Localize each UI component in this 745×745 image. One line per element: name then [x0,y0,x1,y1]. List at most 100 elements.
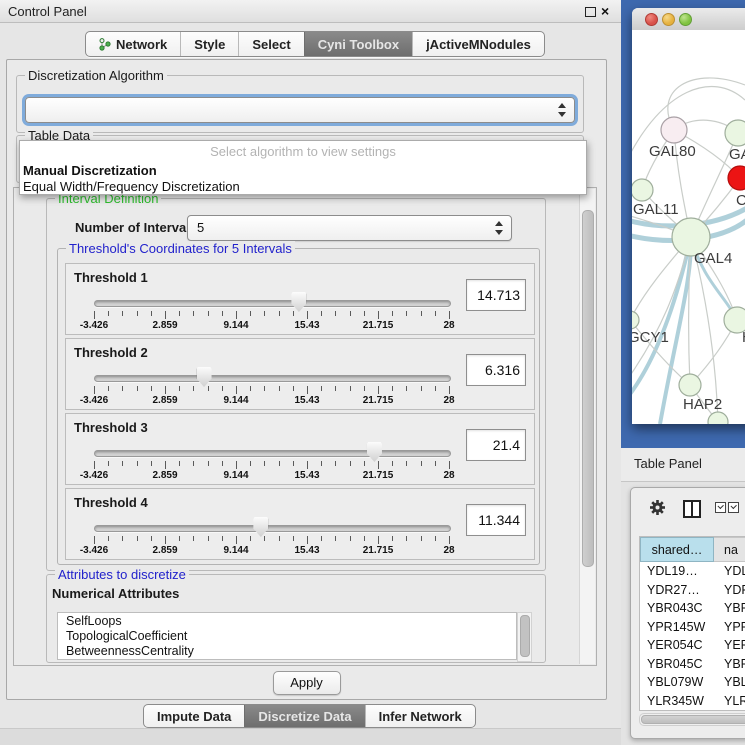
control-panel-titlebar[interactable]: Control Panel × [0,0,621,23]
slider-tick [222,311,223,316]
slider-tick-label: -3.426 [80,320,108,331]
zoom-traffic-light[interactable] [679,13,692,26]
tab-style[interactable]: Style [180,32,238,56]
slider-tick [208,311,209,316]
slider-tick [137,311,138,316]
table-row[interactable]: YBR043CYBR0 [640,599,745,618]
threshold-value-field[interactable] [466,354,526,386]
float-window-icon[interactable] [585,7,596,17]
slider-tick [307,461,308,469]
algorithm-option-manual-discretization[interactable]: Manual Discretization [20,162,586,178]
tab-select[interactable]: Select [238,32,303,56]
network-node-ga[interactable] [725,120,745,146]
slider-tick [250,536,251,541]
table-row[interactable]: YER054CYER0 [640,636,745,655]
slider-tick [179,536,180,541]
slider-tick [165,311,166,319]
slider-tick-label: 9.144 [223,395,248,406]
table-cell: YER0 [714,636,745,655]
algorithm-option-equal-width-frequency-discretization[interactable]: Equal Width/Frequency Discretization [20,178,586,194]
attributes-scrollbar[interactable] [517,612,532,662]
threshold-rows: Threshold 1-3.4262.8599.14415.4321.71528… [65,263,535,563]
attributes-scrollbar-thumb[interactable] [520,615,530,657]
number-of-intervals-select[interactable]: 5 [187,215,512,241]
tab-jactivemnodules[interactable]: jActiveMNodules [412,32,544,56]
table-column-header-na[interactable]: na [714,537,745,562]
network-node-gal80[interactable] [661,117,687,143]
slider-tick [335,536,336,541]
threshold-slider[interactable]: -3.4262.8599.14415.4321.71528 [86,290,458,332]
close-traffic-light[interactable] [645,13,658,26]
gear-icon[interactable] [649,499,666,516]
attribute-item-topologicalcoefficient[interactable]: TopologicalCoefficient [58,628,516,643]
minimize-traffic-light[interactable] [662,13,675,26]
slider-tick [236,311,237,319]
network-node-gal11[interactable] [632,179,653,201]
threshold-value-field[interactable] [466,504,526,536]
split-columns-icon[interactable] [683,500,701,518]
table-row[interactable]: YIL052CYIL0 [640,710,745,711]
slider-tick-label: 2.859 [152,470,177,481]
panel-scrollbar[interactable] [579,189,595,664]
slider-tick [193,311,194,316]
table-cell: YBR045C [640,655,714,674]
slider-tick [122,461,123,466]
slider-tick [449,386,450,394]
tab-discretize-data[interactable]: Discretize Data [244,705,364,727]
panel-scrollbar-thumb[interactable] [582,210,594,567]
table-row[interactable]: YPR145WYPR1 [640,618,745,637]
network-node-c[interactable] [728,166,745,190]
slider-tick [108,536,109,541]
network-window-titlebar[interactable] [632,8,745,31]
thresholds-group-label: Threshold's Coordinates for 5 Intervals [66,241,295,256]
slider-tick-label: 9.144 [223,320,248,331]
slider-tick-label: 15.43 [294,470,319,481]
table-hscrollbar[interactable] [639,713,745,726]
threshold-value-field[interactable] [466,279,526,311]
network-node-gcy1[interactable] [632,311,639,329]
tab-label: Infer Network [379,709,462,724]
apply-button[interactable]: Apply [273,671,341,695]
control-panel: Control Panel × NetworkStyleSelect Cyni T… [0,0,622,745]
table-body: YDL19…YDL1YDR27…YDR2YBR043CYBR0YPR145WYP… [640,562,745,711]
slider-tick-label: 15.43 [294,395,319,406]
slider-tick [208,536,209,541]
network-node-label: GAL4 [694,250,732,267]
bottom-strip [0,728,621,745]
table-row[interactable]: YDL19…YDL1 [640,562,745,581]
tab-infer-network[interactable]: Infer Network [365,705,475,727]
table-hscrollbar-thumb[interactable] [641,715,745,724]
slider-tick [165,536,166,544]
table-row[interactable]: YBR045CYBR0 [640,655,745,674]
attribute-item-betweennesscentrality[interactable]: BetweennessCentrality [58,643,516,658]
table-row[interactable]: YBL079WYBL0 [640,673,745,692]
table-column-header-shared-[interactable]: shared… [640,537,714,562]
table-row[interactable]: YLR345WYLR3 [640,692,745,711]
network-canvas[interactable]: GAL80GACGAL11GAL4GCY1HHAP2 [632,30,745,424]
threshold-slider[interactable]: -3.4262.8599.14415.4321.71528 [86,440,458,482]
threshold-slider[interactable]: -3.4262.8599.14415.4321.71528 [86,515,458,557]
attribute-item-selfloops[interactable]: SelfLoops [58,613,516,628]
slider-ticks: -3.4262.8599.14415.4321.71528 [94,290,449,332]
table-row[interactable]: YDR27…YDR2 [640,581,745,600]
tab-cyni-toolbox[interactable]: Cyni Toolbox [304,32,412,56]
close-icon[interactable]: × [601,2,609,20]
algorithm-select[interactable] [25,97,575,123]
number-of-intervals-value: 5 [197,220,204,235]
slider-tick [279,536,280,541]
threshold-slider[interactable]: -3.4262.8599.14415.4321.71528 [86,365,458,407]
table-cell: YDR27… [640,581,714,600]
tab-network[interactable]: Network [86,32,180,56]
threshold-row: Threshold 1-3.4262.8599.14415.4321.71528 [65,263,535,335]
slider-tick [307,386,308,394]
slider-tick-label: 28 [443,395,454,406]
threshold-value-field[interactable] [466,429,526,461]
numerical-attributes-list[interactable]: SelfLoopsTopologicalCoefficientBetweenne… [57,612,517,660]
tab-impute-data[interactable]: Impute Data [144,705,244,727]
network-node-hap2[interactable] [679,374,701,396]
tab-label: Cyni Toolbox [318,37,399,52]
slider-tick [137,536,138,541]
table-cell: YLR3 [714,692,745,711]
select-columns-icon[interactable] [715,502,739,513]
table-panel-titlebar: Table Panel [621,448,745,482]
